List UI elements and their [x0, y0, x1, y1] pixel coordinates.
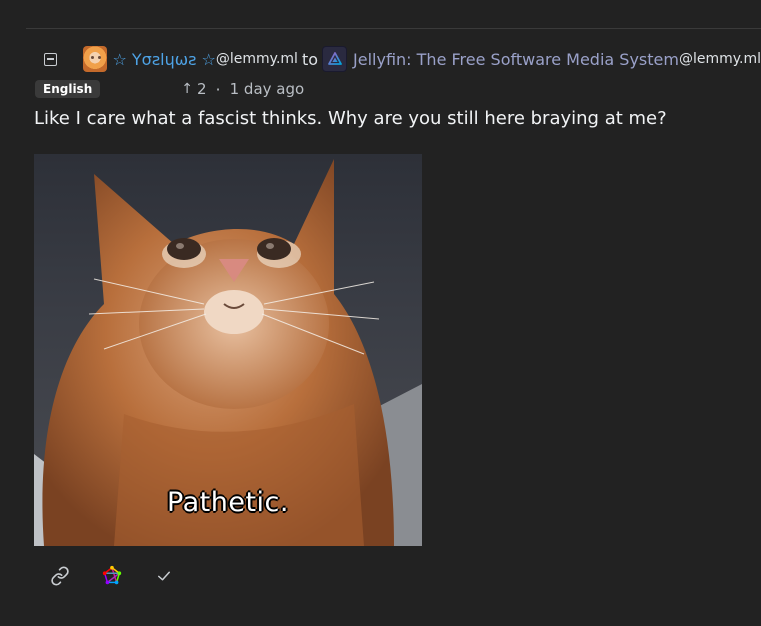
- comment-header: ☆ Yσƨlɥωƨ ☆ @lemmy.ml to Jellyfin: The F…: [34, 44, 761, 74]
- jellyfin-logo-icon: [327, 52, 342, 65]
- fediverse-link-button[interactable]: [100, 564, 124, 588]
- meme-image[interactable]: Pathetic.: [34, 154, 422, 546]
- score-value: 2: [196, 80, 207, 98]
- meme-caption: Pathetic.: [167, 487, 289, 518]
- arrow-up-icon: ↑: [181, 81, 193, 97]
- comment-body: Like I care what a fascist thinks. Why a…: [34, 108, 667, 129]
- fediverse-icon: [102, 565, 122, 585]
- language-badge: English: [35, 80, 101, 98]
- community-instance: @lemmy.ml: [678, 51, 761, 67]
- comment-meta: English ↑ 2 · 1 day ago: [34, 76, 761, 102]
- score: ↑ 2: [181, 80, 206, 98]
- comment-actions: [48, 564, 204, 588]
- username-link[interactable]: ☆ Yσƨlɥωƨ ☆: [112, 50, 215, 69]
- meta-separator: ·: [215, 79, 221, 99]
- collapse-minus-icon[interactable]: [44, 52, 57, 66]
- mark-read-button[interactable]: [152, 564, 176, 588]
- link-icon: [51, 566, 69, 586]
- check-icon: [158, 571, 170, 581]
- top-divider: [26, 28, 761, 29]
- community-link[interactable]: Jellyfin: The Free Software Media System: [353, 50, 679, 69]
- comment: ☆ Yσƨlɥωƨ ☆ @lemmy.ml to Jellyfin: The F…: [34, 44, 761, 586]
- time-ago: 1 day ago: [229, 80, 305, 98]
- to-word: to: [301, 49, 319, 69]
- copy-link-button[interactable]: [48, 564, 72, 588]
- user-avatar[interactable]: [82, 46, 108, 72]
- user-instance: @lemmy.ml: [215, 51, 298, 67]
- community-icon[interactable]: [322, 46, 348, 72]
